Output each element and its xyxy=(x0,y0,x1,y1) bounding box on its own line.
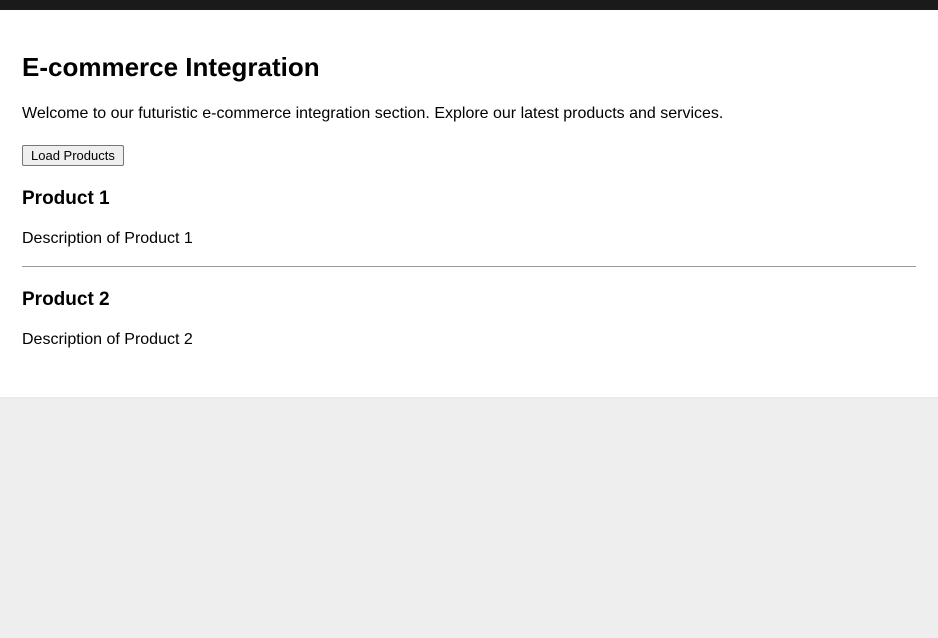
products-list: Product 1 Description of Product 1 Produ… xyxy=(22,188,916,349)
product-title: Product 2 xyxy=(22,289,916,311)
page-title: E-commerce Integration xyxy=(22,52,916,83)
product-item: Product 1 Description of Product 1 xyxy=(22,188,916,248)
product-item: Product 2 Description of Product 2 xyxy=(22,289,916,349)
product-description: Description of Product 2 xyxy=(22,331,916,349)
content-area: E-commerce Integration Welcome to our fu… xyxy=(0,10,938,397)
divider xyxy=(22,266,916,267)
load-products-button[interactable]: Load Products xyxy=(22,145,124,166)
intro-text: Welcome to our futuristic e-commerce int… xyxy=(22,105,916,123)
top-bar xyxy=(0,0,938,10)
product-description: Description of Product 1 xyxy=(22,230,916,248)
product-title: Product 1 xyxy=(22,188,916,210)
